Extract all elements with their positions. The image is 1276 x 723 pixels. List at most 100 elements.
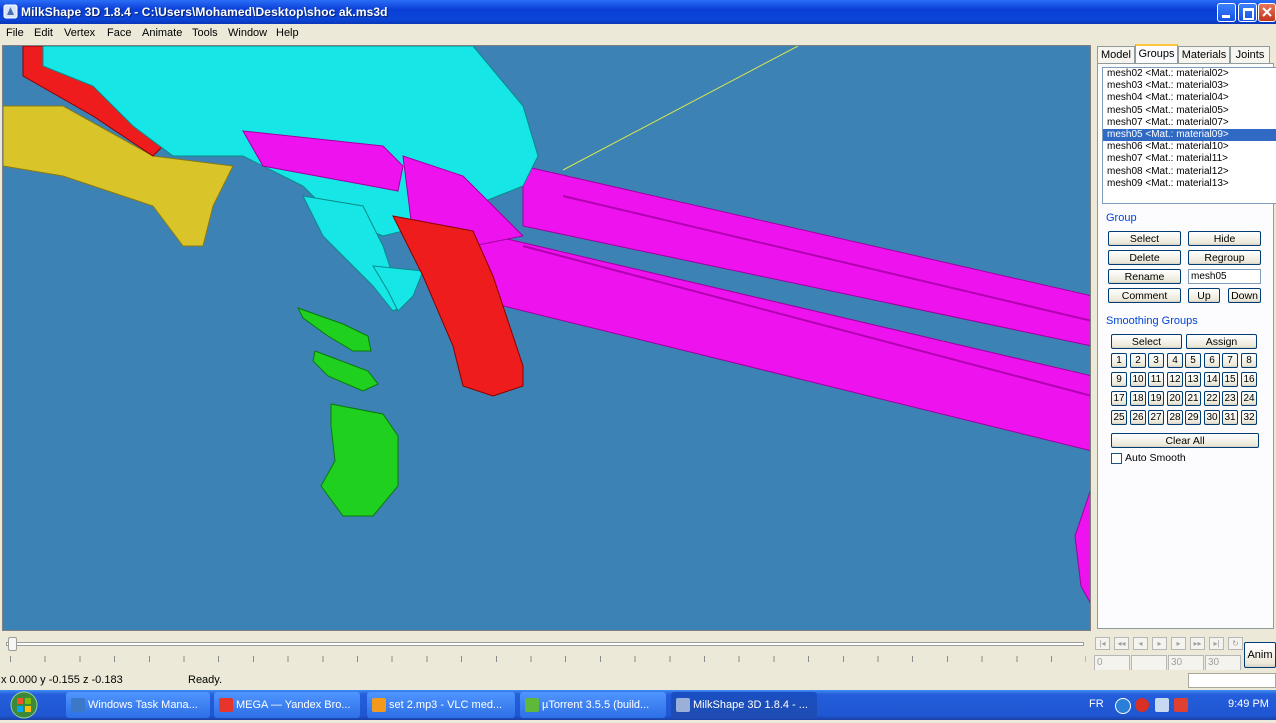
- task-utorrent[interactable]: µTorrent 3.5.5 (build...: [520, 692, 666, 718]
- smoothing-group-button[interactable]: 20: [1167, 391, 1183, 406]
- smoothing-group-button[interactable]: 10: [1130, 372, 1146, 387]
- menu-edit[interactable]: Edit: [34, 27, 53, 39]
- menu-animate[interactable]: Animate: [142, 27, 182, 39]
- group-down-button[interactable]: Down: [1228, 288, 1261, 303]
- groups-listbox[interactable]: mesh02 <Mat.: material02> mesh03 <Mat.: …: [1102, 67, 1276, 204]
- menu-file[interactable]: File: [6, 27, 24, 39]
- menu-tools[interactable]: Tools: [192, 27, 218, 39]
- network-tray-icon[interactable]: [1115, 698, 1131, 714]
- clear-all-button[interactable]: Clear All: [1111, 433, 1259, 448]
- menu-face[interactable]: Face: [107, 27, 131, 39]
- loop-button[interactable]: ↻: [1228, 637, 1243, 650]
- alert-tray-icon[interactable]: [1174, 698, 1188, 712]
- next-key-button[interactable]: ▸▸: [1190, 637, 1205, 650]
- frame-slider-track[interactable]: [6, 642, 1084, 646]
- smoothing-group-button[interactable]: 26: [1130, 410, 1146, 425]
- smoothing-group-button[interactable]: 16: [1241, 372, 1257, 387]
- list-item[interactable]: mesh07 <Mat.: material07>: [1103, 117, 1276, 129]
- language-indicator[interactable]: FR: [1089, 698, 1104, 710]
- smoothing-group-button[interactable]: 19: [1148, 391, 1164, 406]
- smoothing-group-button[interactable]: 6: [1204, 353, 1220, 368]
- smoothing-group-button[interactable]: 11: [1148, 372, 1164, 387]
- group-rename-button[interactable]: Rename: [1108, 269, 1181, 284]
- close-button[interactable]: [1258, 3, 1276, 22]
- smoothing-group-button[interactable]: 24: [1241, 391, 1257, 406]
- smoothing-group-button[interactable]: 1: [1111, 353, 1127, 368]
- current-frame-field[interactable]: [1131, 655, 1167, 671]
- smoothing-group-button[interactable]: 3: [1148, 353, 1164, 368]
- mega-tray-icon[interactable]: [1135, 698, 1149, 712]
- start-button[interactable]: [0, 690, 48, 720]
- next-frame-button[interactable]: ▸: [1171, 637, 1186, 650]
- menu-help[interactable]: Help: [276, 27, 299, 39]
- list-item[interactable]: mesh03 <Mat.: material03>: [1103, 80, 1276, 92]
- maximize-button[interactable]: [1238, 3, 1257, 22]
- smoothing-group-button[interactable]: 31: [1222, 410, 1238, 425]
- task-vlc[interactable]: set 2.mp3 - VLC med...: [367, 692, 515, 718]
- group-up-button[interactable]: Up: [1188, 288, 1220, 303]
- list-item[interactable]: mesh02 <Mat.: material02>: [1103, 68, 1276, 80]
- anim-button[interactable]: Anim: [1244, 642, 1276, 668]
- list-item[interactable]: mesh09 <Mat.: material13>: [1103, 178, 1276, 190]
- group-delete-button[interactable]: Delete: [1108, 250, 1181, 265]
- group-hide-button[interactable]: Hide: [1188, 231, 1261, 246]
- menu-vertex[interactable]: Vertex: [64, 27, 95, 39]
- smoothing-group-button[interactable]: 21: [1185, 391, 1201, 406]
- total-frames-field[interactable]: 30: [1205, 655, 1241, 671]
- first-frame-button[interactable]: |◂: [1095, 637, 1110, 650]
- smoothing-group-button[interactable]: 7: [1222, 353, 1238, 368]
- list-item[interactable]: mesh08 <Mat.: material12>: [1103, 166, 1276, 178]
- play-button[interactable]: ▸: [1152, 637, 1167, 650]
- list-item[interactable]: mesh04 <Mat.: material04>: [1103, 92, 1276, 104]
- smoothing-group-button[interactable]: 14: [1204, 372, 1220, 387]
- smoothing-group-button[interactable]: 17: [1111, 391, 1127, 406]
- smoothing-group-button[interactable]: 4: [1167, 353, 1183, 368]
- tab-model[interactable]: Model: [1097, 46, 1135, 63]
- smoothing-assign-button[interactable]: Assign: [1186, 334, 1257, 349]
- smoothing-group-button[interactable]: 27: [1148, 410, 1164, 425]
- smoothing-group-button[interactable]: 2: [1130, 353, 1146, 368]
- smoothing-group-button[interactable]: 9: [1111, 372, 1127, 387]
- smoothing-group-button[interactable]: 28: [1167, 410, 1183, 425]
- tab-groups[interactable]: Groups: [1135, 44, 1178, 64]
- title-bar: MilkShape 3D 1.8.4 - C:\Users\Mohamed\De…: [0, 0, 1276, 24]
- end-frame-field[interactable]: 30: [1168, 655, 1204, 671]
- task-task-manager[interactable]: Windows Task Mana...: [66, 692, 210, 718]
- clock[interactable]: 9:49 PM: [1228, 698, 1269, 710]
- smoothing-group-button[interactable]: 30: [1204, 410, 1220, 425]
- list-item-selected[interactable]: mesh05 <Mat.: material09>: [1103, 128, 1276, 142]
- smoothing-group-button[interactable]: 8: [1241, 353, 1257, 368]
- group-comment-button[interactable]: Comment: [1108, 288, 1181, 303]
- minimize-button[interactable]: [1217, 3, 1236, 22]
- last-frame-button[interactable]: ▸|: [1209, 637, 1224, 650]
- frame-slider-thumb[interactable]: [8, 637, 17, 651]
- menu-window[interactable]: Window: [228, 27, 267, 39]
- 3d-viewport[interactable]: [2, 45, 1091, 631]
- start-frame-field[interactable]: 0: [1094, 655, 1130, 671]
- prev-frame-button[interactable]: ◂: [1133, 637, 1148, 650]
- smoothing-group-button[interactable]: 23: [1222, 391, 1238, 406]
- list-item[interactable]: mesh06 <Mat.: material10>: [1103, 141, 1276, 153]
- smoothing-group-button[interactable]: 5: [1185, 353, 1201, 368]
- smoothing-group-button[interactable]: 15: [1222, 372, 1238, 387]
- volume-tray-icon[interactable]: [1155, 698, 1169, 712]
- task-yandex-browser[interactable]: MEGA — Yandex Bro...: [214, 692, 360, 718]
- group-select-button[interactable]: Select: [1108, 231, 1181, 246]
- smoothing-select-button[interactable]: Select: [1111, 334, 1182, 349]
- tab-materials[interactable]: Materials: [1178, 46, 1230, 63]
- smoothing-group-button[interactable]: 18: [1130, 391, 1146, 406]
- auto-smooth-checkbox[interactable]: [1111, 453, 1122, 464]
- smoothing-group-button[interactable]: 32: [1241, 410, 1257, 425]
- smoothing-group-button[interactable]: 12: [1167, 372, 1183, 387]
- list-item[interactable]: mesh05 <Mat.: material05>: [1103, 105, 1276, 117]
- smoothing-group-button[interactable]: 22: [1204, 391, 1220, 406]
- prev-key-button[interactable]: ◂◂: [1114, 637, 1129, 650]
- task-milkshape[interactable]: MilkShape 3D 1.8.4 - ...: [671, 692, 817, 718]
- group-name-field[interactable]: mesh05: [1188, 269, 1261, 284]
- smoothing-group-button[interactable]: 13: [1185, 372, 1201, 387]
- tab-joints[interactable]: Joints: [1230, 46, 1270, 63]
- smoothing-group-button[interactable]: 25: [1111, 410, 1127, 425]
- list-item[interactable]: mesh07 <Mat.: material11>: [1103, 153, 1276, 165]
- group-regroup-button[interactable]: Regroup: [1188, 250, 1261, 265]
- smoothing-group-button[interactable]: 29: [1185, 410, 1201, 425]
